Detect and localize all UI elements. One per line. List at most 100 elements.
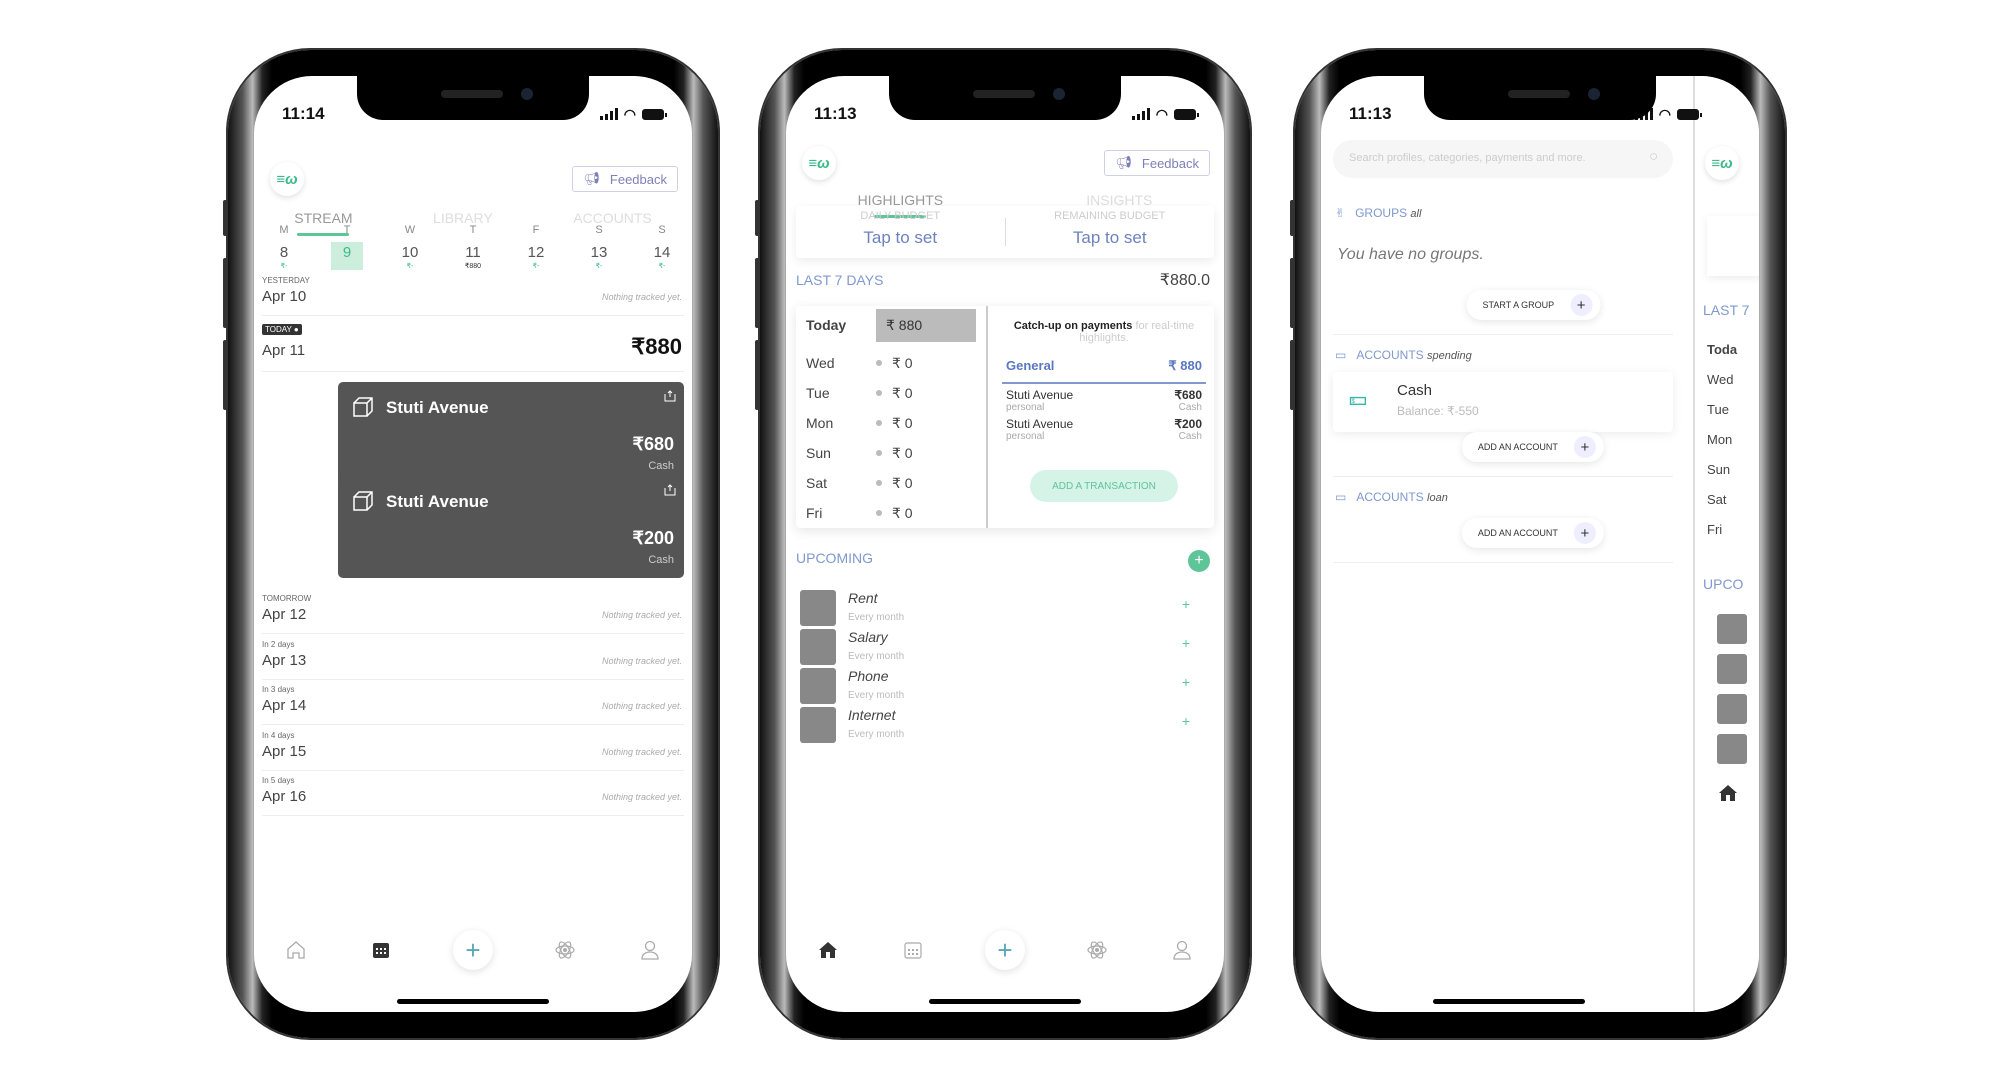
add-transaction-button[interactable]: ADD A TRANSACTION [1030, 470, 1178, 502]
peek-day-label: Toda [1707, 342, 1738, 357]
transaction-card[interactable]: Stuti Avenue ₹200 Cash [338, 476, 684, 578]
screen: 11:13 ◠ Search profiles, categories, pay… [1321, 76, 1759, 1012]
week-day[interactable]: S 14 ₹- [642, 224, 682, 270]
add-upcoming-button[interactable]: + [1188, 550, 1210, 572]
signal-icon [599, 108, 618, 120]
day-row[interactable]: TOMORROW Apr 12 Nothing tracked yet. [262, 594, 684, 634]
phone-accounts: 11:13 ◠ Search profiles, categories, pay… [1290, 50, 1785, 1038]
week-day[interactable]: F 12 ₹- [516, 224, 556, 270]
catchup-panel: Catch-up on payments for real-time highl… [1002, 306, 1206, 502]
today-badge: TODAY ● [262, 324, 302, 335]
plus-icon: + [1573, 522, 1596, 544]
cash-icon: 💵︎ [1349, 388, 1367, 410]
peek-day-label: Fri [1707, 522, 1723, 537]
search-input[interactable]: Search profiles, categories, payments an… [1333, 140, 1673, 178]
day-row[interactable]: In 3 days Apr 14 Nothing tracked yet. [262, 685, 684, 725]
add-button[interactable]: + [984, 930, 1025, 970]
plus-icon: + [1570, 294, 1593, 316]
groups-header: ✌︎ GROUPS all [1335, 206, 1422, 220]
transaction-row[interactable]: Stuti Avenue personal ₹680 Cash [1002, 384, 1206, 413]
share-icon[interactable] [662, 390, 676, 402]
budget-card: DAILY BUDGET Tap to set REMAINING BUDGET T… [796, 206, 1214, 258]
add-upcoming-item-button[interactable]: + [1182, 635, 1190, 651]
add-upcoming-item-button[interactable]: + [1182, 674, 1190, 690]
day-total-row[interactable]: Fri ₹ 0 [806, 494, 986, 532]
clock: 11:13 [814, 104, 857, 123]
house-icon [800, 590, 836, 626]
dot-icon [876, 480, 882, 486]
day-row[interactable]: In 4 days Apr 15 Nothing tracked yet. [262, 731, 684, 771]
house-icon [1717, 614, 1747, 644]
add-upcoming-item-button[interactable]: + [1182, 713, 1190, 729]
account-card-cash[interactable]: 💵︎ Cash Balance: ₹-550 [1333, 372, 1673, 432]
add-account-button[interactable]: ADD AN ACCOUNT + [1461, 432, 1604, 462]
clock: 11:14 [282, 104, 325, 123]
start-group-button[interactable]: START A GROUP + [1466, 290, 1601, 320]
upcoming-item[interactable]: Internet Every month + [800, 707, 1210, 757]
week-day[interactable]: T9 [327, 224, 367, 270]
transaction-row[interactable]: Stuti Avenue personal ₹200 Cash [1002, 413, 1206, 442]
home-icon[interactable] [816, 938, 840, 962]
day-row-today[interactable]: TODAY ● Apr 11 ₹880 [262, 324, 684, 372]
battery-icon [642, 108, 667, 120]
house-icon [1717, 694, 1747, 724]
week-day[interactable]: W 10 ₹- [390, 224, 430, 270]
peek-highlights-panel[interactable]: ≡ω LAST 7 UPCO Toda Wed Tue Mon Sun Sat Fri [1693, 76, 1759, 1012]
week-day[interactable]: S 13 ₹- [579, 224, 619, 270]
calendar-icon[interactable] [901, 938, 925, 962]
app-logo[interactable]: ≡ω [802, 146, 836, 180]
add-account-button[interactable]: ADD AN ACCOUNT + [1461, 518, 1604, 548]
daily-budget[interactable]: DAILY BUDGET Tap to set [796, 206, 1005, 258]
add-button[interactable]: + [452, 930, 493, 970]
profile-icon[interactable] [1170, 938, 1194, 962]
week-day[interactable]: T 11 ₹880 [453, 224, 493, 270]
no-groups-text: You have no groups. [1337, 246, 1484, 263]
screen: 11:13 ◠ ≡ω 📢︎ Feedback HIGHLIGHTS INSIGHT… [786, 76, 1224, 1012]
upcoming-title: UPCOMING [796, 550, 873, 566]
home-icon[interactable] [284, 938, 308, 962]
peek-day-label: Sat [1707, 492, 1727, 507]
house-icon [800, 668, 836, 704]
calendar-icon[interactable] [369, 938, 393, 962]
transaction-card[interactable]: Stuti Avenue ₹680 Cash [338, 382, 684, 484]
day-row[interactable]: In 2 days Apr 13 Nothing tracked yet. [262, 640, 684, 680]
remaining-budget[interactable]: REMAINING BUDGET Tap to set [1006, 206, 1215, 258]
phone-highlights: 11:13 ◠ ≡ω 📢︎ Feedback HIGHLIGHTS INSIGHT… [755, 50, 1250, 1038]
app-logo[interactable]: ≡ω [270, 162, 304, 196]
today-total: ₹880 [631, 334, 682, 359]
search-icon[interactable]: ○ [1649, 148, 1658, 165]
battery-icon [1174, 108, 1199, 120]
atom-settings-icon[interactable] [1085, 938, 1109, 962]
battery-icon [1677, 108, 1702, 120]
feedback-button[interactable]: 📢︎ Feedback [1104, 150, 1210, 176]
day-row-yesterday[interactable]: YESTERDAY Apr 10 Nothing tracked yet. [262, 276, 684, 316]
phone-stream: 11:14 ◠ ≡ω 📢︎ Feedback STREAM LIBRARY ACC… [223, 50, 718, 1038]
store-icon [1717, 734, 1747, 764]
feedback-button[interactable]: 📢︎ Feedback [572, 166, 678, 192]
atom-settings-icon[interactable] [553, 938, 577, 962]
last7-total: ₹880.0 [1159, 272, 1210, 289]
last7-card: Today ₹ 880 Wed ₹ 0 Tue ₹ 0 Mon ₹ 0 Sun ₹ 0 Sat ₹ 0… [796, 306, 1214, 528]
screen: 11:14 ◠ ≡ω 📢︎ Feedback STREAM LIBRARY ACC… [254, 76, 692, 1012]
home-icon [1717, 782, 1739, 809]
wallet-icon: ▭ [1335, 490, 1347, 504]
accounts-spending-header: ▭ ACCOUNTS spending [1335, 348, 1472, 362]
profile-icon[interactable] [638, 938, 662, 962]
peek-day-label: Sun [1707, 462, 1731, 477]
clock: 11:13 [1349, 104, 1392, 123]
wifi-icon: ◠ [1658, 105, 1671, 122]
day-row[interactable]: In 5 days Apr 16 Nothing tracked yet. [262, 776, 684, 816]
megaphone-icon: 📢︎ [583, 171, 600, 186]
box-icon [353, 491, 373, 511]
category-general[interactable]: General ₹ 880 [1002, 344, 1206, 384]
app-logo: ≡ω [1705, 146, 1739, 180]
week-day[interactable]: M 8 ₹- [264, 224, 304, 270]
store-icon [800, 707, 836, 743]
dot-icon [876, 450, 882, 456]
day-total-row[interactable]: Today ₹ 880 [806, 306, 986, 344]
add-upcoming-item-button[interactable]: + [1182, 596, 1190, 612]
wallet-icon: ▭ [1335, 348, 1347, 362]
peek-day-label: Wed [1707, 372, 1734, 387]
share-icon[interactable] [662, 484, 676, 496]
peek-day-label: Mon [1707, 432, 1733, 447]
